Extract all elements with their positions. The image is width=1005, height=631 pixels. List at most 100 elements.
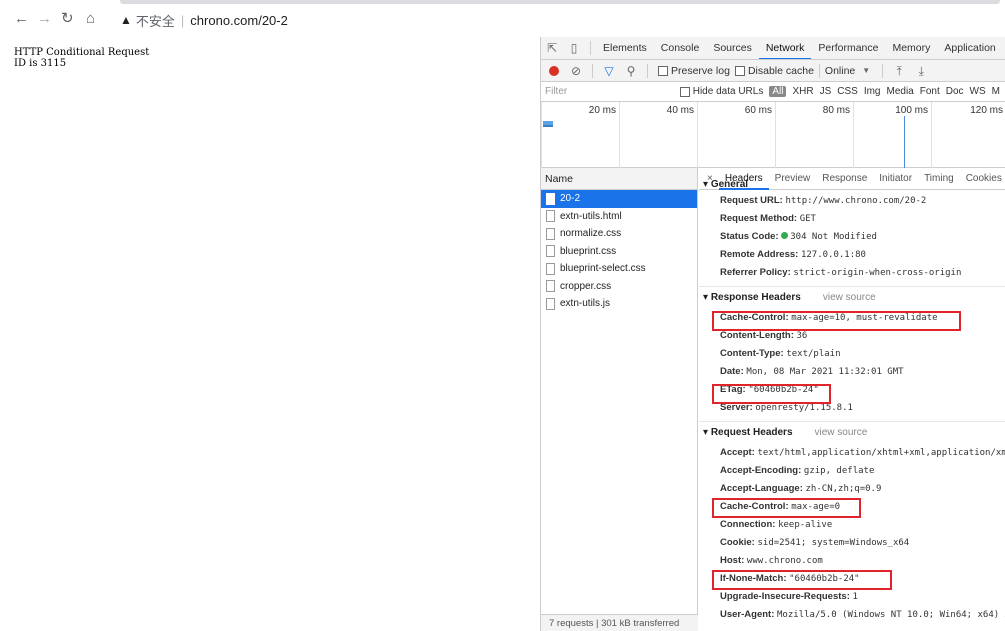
- page-line-1: HTTP Conditional Request: [14, 47, 150, 58]
- arrow-left-icon[interactable]: ←: [14, 11, 29, 27]
- address-separator: |: [180, 12, 185, 28]
- export-icon[interactable]: ⤓: [914, 64, 928, 78]
- divider: [882, 63, 884, 78]
- timeline-tick: 60 ms: [697, 102, 775, 168]
- timeline-tick: 120 ms: [931, 102, 1005, 168]
- header-row: Status Code: 304 Not Modified: [720, 231, 877, 242]
- request-row[interactable]: blueprint-select.css: [541, 260, 697, 278]
- devtools-tabbar: ⇱ ▯ Elements Console Sources Network Per…: [541, 37, 1005, 60]
- divider: [818, 63, 820, 78]
- record-icon[interactable]: [549, 65, 559, 76]
- timeline-load-marker: [904, 116, 905, 168]
- tab-cookies[interactable]: Cookies: [960, 168, 1005, 190]
- browser-toolbar: ← → ↻ ⌂ ▲ 不安全 | chrono.com/20-2: [0, 0, 1005, 38]
- arrow-right-icon[interactable]: →: [37, 11, 52, 27]
- disable-cache-checkbox[interactable]: [734, 65, 745, 76]
- header-row: Request URL: http://www.chrono.com/20-2: [720, 195, 927, 206]
- file-icon: [546, 227, 555, 240]
- file-icon: [546, 262, 555, 275]
- tab-strip-edge: [120, 0, 1000, 4]
- url-text: chrono.com/20-2: [190, 12, 288, 28]
- reload-icon[interactable]: ↻: [61, 11, 74, 27]
- header-row: User-Agent: Mozilla/5.0 (Windows NT 10.0…: [720, 609, 1005, 620]
- chevron-down-icon[interactable]: ▼: [859, 64, 873, 78]
- tab-preview[interactable]: Preview: [769, 168, 817, 190]
- request-row[interactable]: 20-2: [541, 190, 697, 208]
- hide-data-urls-label: Hide data URLs: [692, 86, 764, 97]
- view-source-link[interactable]: view source: [815, 427, 868, 438]
- file-icon: [546, 297, 555, 310]
- header-row: Referrer Policy: strict-origin-when-cros…: [720, 267, 962, 278]
- file-icon: [546, 280, 555, 293]
- request-row[interactable]: cropper.css: [541, 278, 697, 296]
- tab-response[interactable]: Response: [816, 168, 873, 190]
- tab-performance[interactable]: Performance: [811, 37, 885, 59]
- highlight-box: [712, 311, 961, 331]
- divider: [592, 63, 593, 78]
- preserve-log-label: Preserve log: [671, 64, 730, 77]
- network-toolbar: ⊘ ▽ ⚲ Preserve log Disable cache Online …: [541, 60, 1005, 82]
- file-icon: [546, 210, 555, 223]
- header-row: Date: Mon, 08 Mar 2021 11:32:01 GMT: [720, 366, 904, 377]
- device-toolbar-icon[interactable]: ▯: [567, 41, 581, 55]
- response-headers-header[interactable]: ▾ Response Headers view source: [699, 287, 1005, 309]
- tab-initiator[interactable]: Initiator: [873, 168, 918, 190]
- throttle-select[interactable]: Online: [825, 65, 855, 77]
- filter-media[interactable]: Media: [886, 86, 913, 97]
- import-icon[interactable]: ⤒: [892, 64, 906, 78]
- highlight-box: [712, 570, 892, 590]
- hide-data-urls-checkbox[interactable]: [680, 86, 690, 97]
- filter-xhr[interactable]: XHR: [792, 86, 813, 97]
- view-source-link[interactable]: view source: [823, 292, 876, 303]
- filter-row: Filter Hide data URLs All XHR JS CSS Img…: [541, 82, 1005, 102]
- file-icon: [546, 192, 555, 205]
- filter-font[interactable]: Font: [920, 86, 940, 97]
- divider: [590, 41, 591, 55]
- inspect-icon[interactable]: ⇱: [545, 41, 559, 55]
- request-row[interactable]: extn-utils.js: [541, 295, 697, 313]
- network-timeline[interactable]: 20 ms 40 ms 60 ms 80 ms 100 ms 120 ms: [541, 102, 1005, 168]
- request-list: Name 20-2 extn-utils.html normalize.css …: [541, 168, 698, 631]
- filter-doc[interactable]: Doc: [946, 86, 964, 97]
- request-headers-header[interactable]: ▾ Request Headers view source: [699, 422, 1005, 444]
- file-icon: [546, 245, 555, 258]
- request-summary: 7 requests | 301 kB transferred: [541, 614, 698, 631]
- tab-sources[interactable]: Sources: [706, 37, 759, 59]
- tab-elements[interactable]: Elements: [596, 37, 654, 59]
- timeline-tick: 20 ms: [541, 102, 619, 168]
- highlight-box: [712, 384, 831, 404]
- filter-input[interactable]: Filter: [541, 86, 675, 97]
- filter-css[interactable]: CSS: [837, 86, 858, 97]
- header-row: Remote Address: 127.0.0.1:80: [720, 249, 866, 260]
- filter-all[interactable]: All: [769, 86, 787, 97]
- tab-network[interactable]: Network: [758, 37, 812, 59]
- home-icon[interactable]: ⌂: [86, 11, 95, 27]
- tab-console[interactable]: Console: [654, 37, 707, 59]
- filter-ws[interactable]: WS: [970, 86, 986, 97]
- filter-manifest[interactable]: M: [992, 86, 1000, 97]
- page-content: HTTP Conditional Request ID is 3115: [14, 47, 149, 69]
- timeline-tick: 80 ms: [775, 102, 853, 168]
- clear-icon[interactable]: ⊘: [569, 64, 583, 78]
- filter-js[interactable]: JS: [820, 86, 832, 97]
- request-row[interactable]: normalize.css: [541, 225, 697, 243]
- search-icon[interactable]: ⚲: [624, 64, 638, 78]
- address-bar[interactable]: ▲ 不安全 | chrono.com/20-2: [120, 10, 288, 30]
- filter-img[interactable]: Img: [864, 86, 881, 97]
- header-row: Accept-Encoding: gzip, deflate: [720, 465, 875, 476]
- header-row: Cookie: sid=2541; system=Windows_x64: [720, 537, 910, 548]
- header-row: Request Method: GET: [720, 213, 816, 224]
- tab-application[interactable]: Application: [937, 37, 1002, 59]
- warning-icon: ▲: [120, 13, 132, 27]
- status-ok-icon: [781, 232, 789, 239]
- header-row: Upgrade-Insecure-Requests: 1: [720, 591, 858, 602]
- timeline-request-bar: [543, 125, 553, 127]
- request-row[interactable]: blueprint.css: [541, 243, 697, 261]
- preserve-log-checkbox[interactable]: [658, 65, 668, 76]
- tab-timing[interactable]: Timing: [918, 168, 960, 190]
- name-column-header[interactable]: Name: [541, 168, 697, 190]
- header-row: Host: www.chrono.com: [720, 555, 823, 566]
- filter-icon[interactable]: ▽: [602, 64, 616, 78]
- request-row[interactable]: extn-utils.html: [541, 208, 697, 226]
- tab-memory[interactable]: Memory: [885, 37, 937, 59]
